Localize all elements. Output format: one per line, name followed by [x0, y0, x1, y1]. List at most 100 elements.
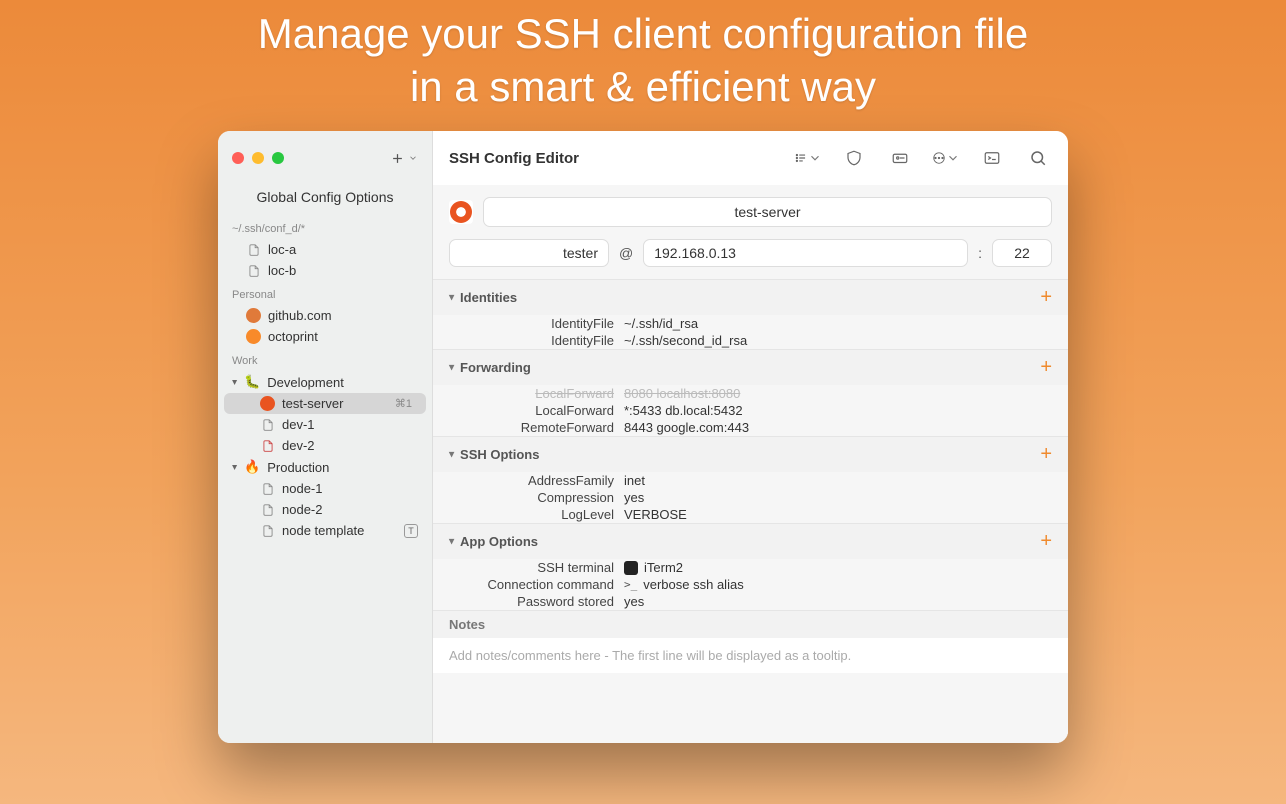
list-icon — [794, 149, 808, 167]
chevron-down-icon: ▸ — [229, 379, 240, 384]
shield-button[interactable] — [840, 144, 868, 172]
port-input[interactable] — [992, 239, 1052, 267]
octoprint-icon — [246, 329, 261, 344]
kv-row[interactable]: Password storedyes — [433, 593, 1068, 610]
folder-emoji-icon: 🔥 — [244, 459, 260, 475]
sidebar-folder-development[interactable]: ▸ 🐛 Development — [218, 371, 432, 393]
file-icon — [260, 523, 275, 538]
kv-row[interactable]: RemoteForward8443 google.com:443 — [433, 419, 1068, 436]
more-button[interactable] — [932, 144, 960, 172]
titlebar-left — [218, 131, 432, 185]
search-icon — [1029, 149, 1047, 167]
file-icon — [260, 438, 275, 453]
sidebar-item-label: loc-b — [268, 263, 296, 278]
sidebar-item-github[interactable]: github.com — [218, 305, 432, 326]
sidebar-item-test-server[interactable]: test-server ⌘1 — [224, 393, 426, 414]
file-icon — [260, 417, 275, 432]
kv-row[interactable]: SSH terminaliTerm2 — [433, 559, 1068, 576]
ellipsis-icon — [932, 149, 946, 167]
sidebar-item-label: Development — [267, 375, 344, 390]
colon-label: : — [978, 245, 982, 261]
sidebar-item-label: loc-a — [268, 242, 296, 257]
chevron-down-icon: ▸ — [446, 295, 457, 300]
chevron-down-icon — [408, 153, 418, 163]
kv-row[interactable]: IdentityFile~/.ssh/second_id_rsa — [433, 332, 1068, 349]
file-icon — [246, 263, 261, 278]
app-icon — [624, 561, 638, 575]
sidebar-folder-production[interactable]: ▸ 🔥 Production — [218, 456, 432, 478]
sidebar-item-node-template[interactable]: node template T — [218, 520, 432, 541]
content-pane: SSH Config Editor @ — [433, 131, 1068, 743]
keys-button[interactable] — [886, 144, 914, 172]
prompt-icon: >_ — [624, 578, 637, 591]
host-details: @ : ▸ Identities + IdentityFile~/.ssh/id… — [433, 185, 1068, 743]
chevron-down-icon: ▸ — [229, 464, 240, 469]
sidebar-item-loc-b[interactable]: loc-b — [218, 260, 432, 281]
username-input[interactable] — [449, 239, 609, 267]
sidebar-item-octoprint[interactable]: octoprint — [218, 326, 432, 347]
file-icon — [260, 502, 275, 517]
chevron-down-icon: ▸ — [446, 452, 457, 457]
global-config-options[interactable]: Global Config Options — [218, 185, 432, 215]
host-name-input[interactable] — [483, 197, 1052, 227]
chevron-down-icon: ▸ — [446, 365, 457, 370]
section-identities[interactable]: ▸ Identities + — [433, 279, 1068, 315]
minimize-window-button[interactable] — [252, 152, 264, 164]
marketing-headline: Manage your SSH client configuration fil… — [258, 8, 1028, 113]
section-forwarding[interactable]: ▸ Forwarding + — [433, 349, 1068, 385]
sidebar-item-label: node template — [282, 523, 364, 538]
kv-row[interactable]: LocalForward*:5433 db.local:5432 — [433, 402, 1068, 419]
ubuntu-icon — [450, 201, 472, 223]
host-address-input[interactable] — [643, 239, 968, 267]
sidebar-item-node-2[interactable]: node-2 — [218, 499, 432, 520]
sidebar-item-loc-a[interactable]: loc-a — [218, 239, 432, 260]
add-host-button[interactable] — [390, 151, 418, 166]
sidebar-item-label: octoprint — [268, 329, 318, 344]
github-icon — [246, 308, 261, 323]
kv-row[interactable]: AddressFamilyinet — [433, 472, 1068, 489]
section-notes: Notes — [433, 610, 1068, 638]
ubuntu-icon — [260, 396, 275, 411]
kv-row[interactable]: Compressionyes — [433, 489, 1068, 506]
kv-row-disabled[interactable]: LocalForward8080 localhost:8080 — [433, 385, 1068, 402]
sidebar-item-label: dev-1 — [282, 417, 315, 432]
sidebar-item-dev-1[interactable]: dev-1 — [218, 414, 432, 435]
sidebar-item-label: node-1 — [282, 481, 322, 496]
host-os-icon — [449, 200, 473, 224]
terminal-button[interactable] — [978, 144, 1006, 172]
sidebar-item-label: test-server — [282, 396, 343, 411]
key-icon — [891, 149, 909, 167]
add-identity-button[interactable]: + — [1040, 286, 1052, 309]
sidebar-item-label: dev-2 — [282, 438, 315, 453]
chevron-down-icon: ▸ — [446, 539, 457, 544]
toolbar: SSH Config Editor — [433, 131, 1068, 185]
close-window-button[interactable] — [232, 152, 244, 164]
kv-row[interactable]: Connection command>_verbose ssh alias — [433, 576, 1068, 593]
add-forwarding-button[interactable]: + — [1040, 356, 1052, 379]
terminal-icon — [983, 149, 1001, 167]
kv-row[interactable]: IdentityFile~/.ssh/id_rsa — [433, 315, 1068, 332]
app-window: Global Config Options ~/.ssh/conf_d/* lo… — [218, 131, 1068, 743]
section-app-options[interactable]: ▸ App Options + — [433, 523, 1068, 559]
shield-icon — [845, 149, 863, 167]
traffic-lights — [232, 152, 284, 164]
sort-button[interactable] — [794, 144, 822, 172]
notes-textarea[interactable]: Add notes/comments here - The first line… — [433, 638, 1068, 673]
chevron-down-icon — [946, 149, 960, 167]
sidebar-item-label: Production — [267, 460, 329, 475]
sidebar-item-label: github.com — [268, 308, 332, 323]
sidebar-item-node-1[interactable]: node-1 — [218, 478, 432, 499]
add-ssh-option-button[interactable]: + — [1040, 443, 1052, 466]
sidebar-item-dev-2[interactable]: dev-2 — [218, 435, 432, 456]
search-button[interactable] — [1024, 144, 1052, 172]
section-ssh-options[interactable]: ▸ SSH Options + — [433, 436, 1068, 472]
add-app-option-button[interactable]: + — [1040, 530, 1052, 553]
sidebar: Global Config Options ~/.ssh/conf_d/* lo… — [218, 131, 433, 743]
plus-icon — [390, 151, 405, 166]
group-label-work: Work — [218, 347, 432, 371]
zoom-window-button[interactable] — [272, 152, 284, 164]
file-icon — [246, 242, 261, 257]
kv-row[interactable]: LogLevelVERBOSE — [433, 506, 1068, 523]
folder-emoji-icon: 🐛 — [244, 374, 260, 390]
group-label-personal: Personal — [218, 281, 432, 305]
